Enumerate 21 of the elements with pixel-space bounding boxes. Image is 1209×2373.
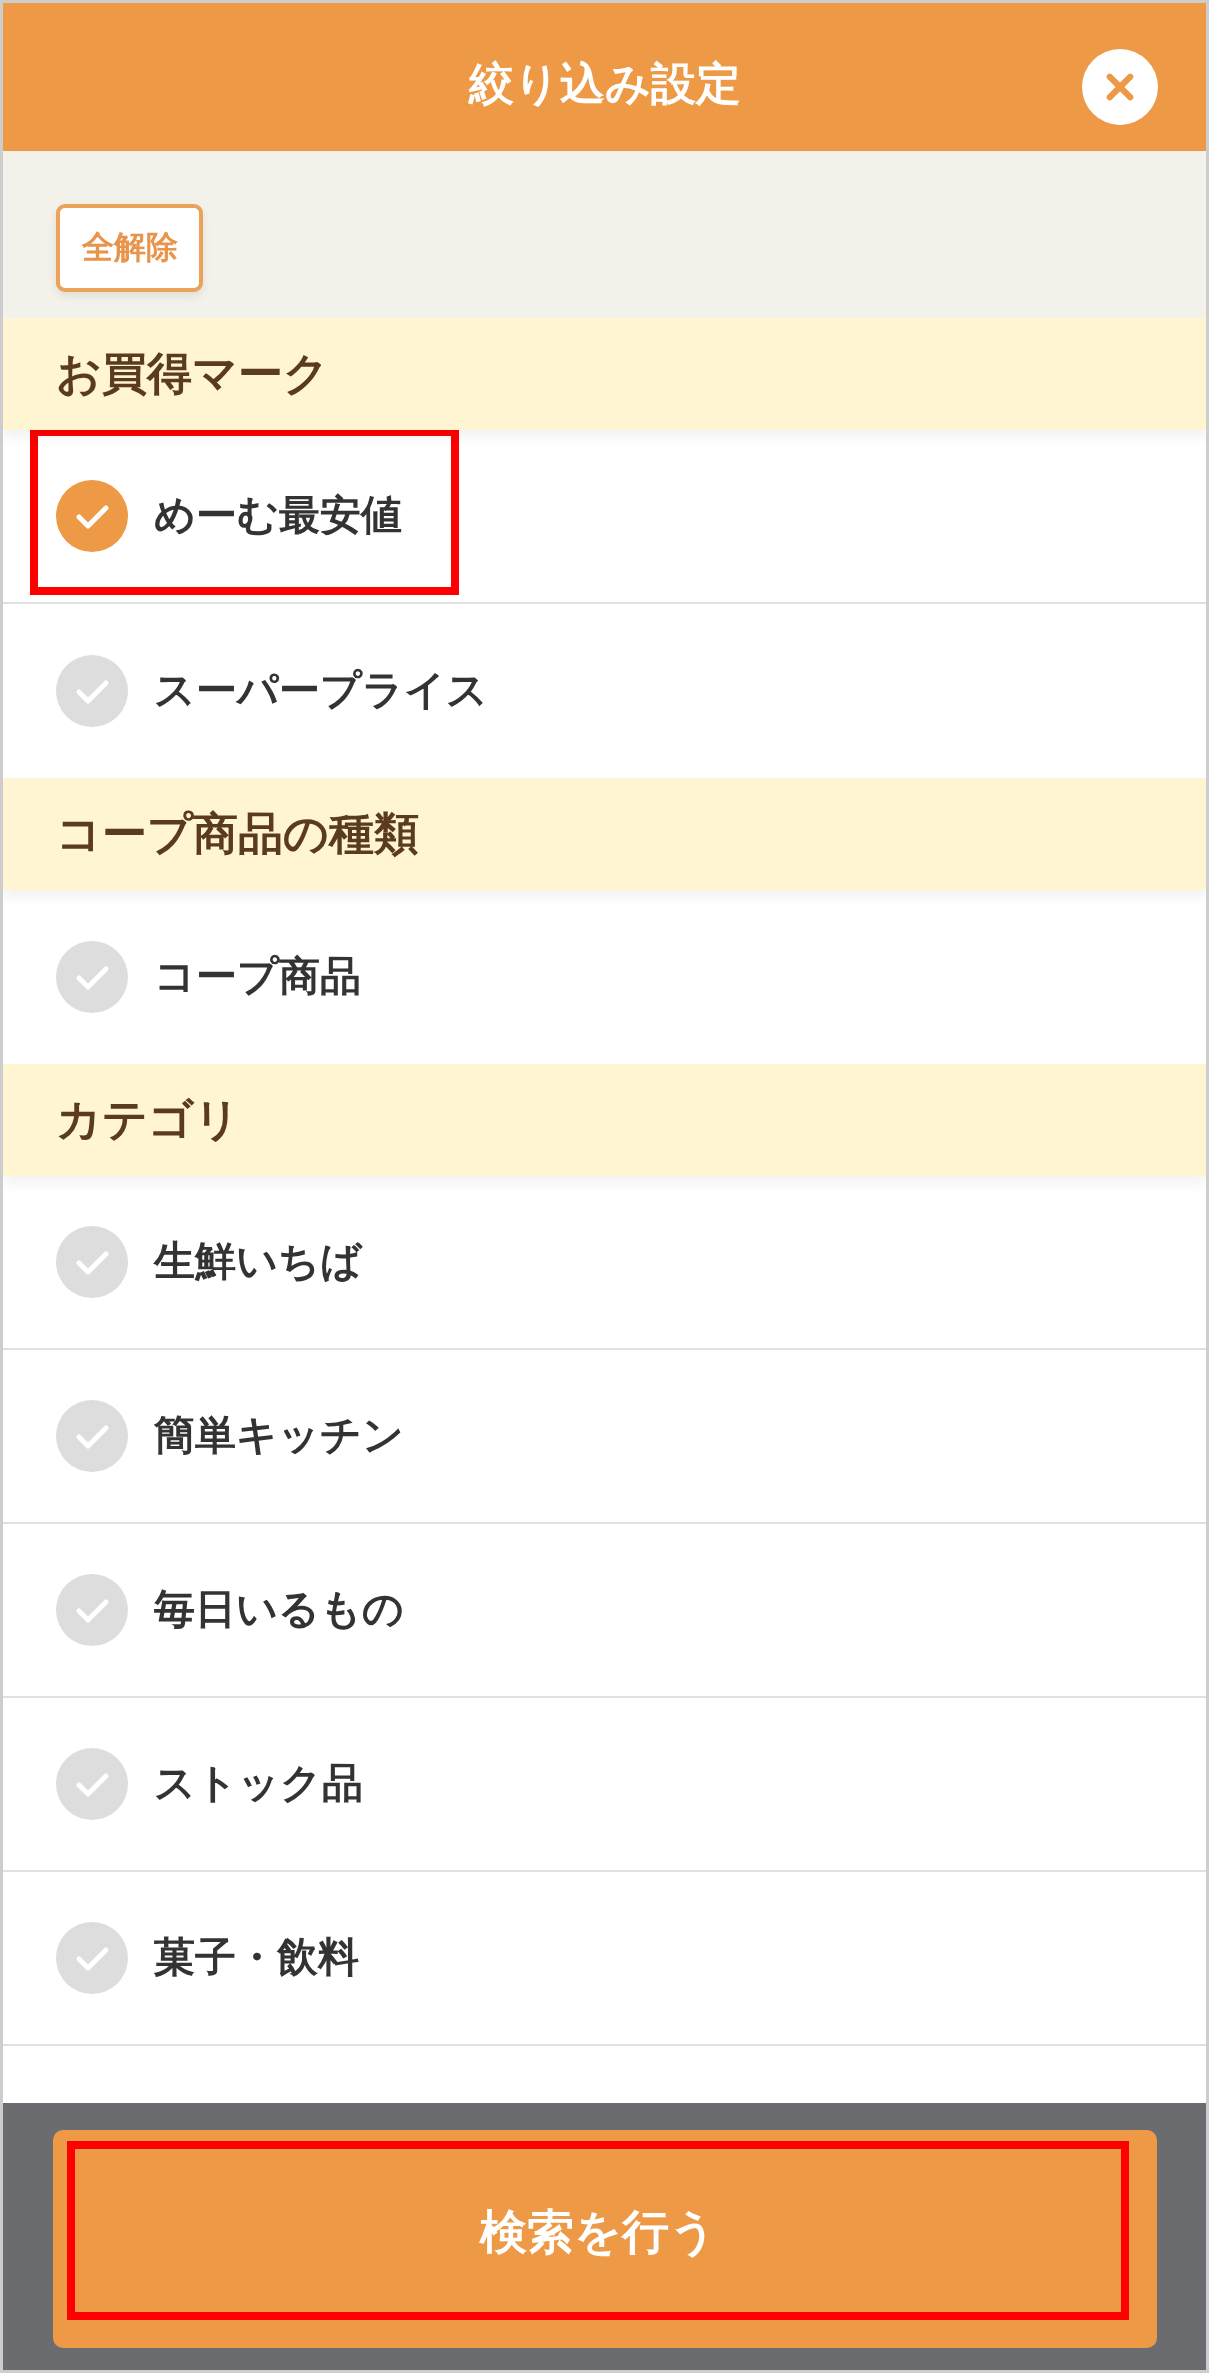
check-circle-icon[interactable] bbox=[56, 655, 128, 727]
option-label[interactable]: ストック品 bbox=[154, 1759, 363, 1809]
check-circle-icon[interactable] bbox=[56, 941, 128, 1013]
option-label[interactable]: 菓子・飲料 bbox=[154, 1933, 359, 1983]
option-label[interactable]: 簡単キッチン bbox=[154, 1411, 404, 1461]
check-circle-icon[interactable] bbox=[56, 1922, 128, 1994]
check-circle-icon[interactable] bbox=[56, 1574, 128, 1646]
section-title: コープ商品の種類 bbox=[56, 807, 419, 861]
dialog-title: 絞り込み設定 bbox=[468, 57, 741, 111]
option-label[interactable]: スーパープライス bbox=[154, 666, 488, 716]
option-label[interactable]: 毎日いるもの bbox=[154, 1585, 404, 1635]
option-label[interactable]: めーむ最安値 bbox=[154, 491, 402, 541]
option-label[interactable]: コープ商品 bbox=[154, 952, 361, 1002]
check-circle-icon[interactable] bbox=[56, 1400, 128, 1472]
close-icon bbox=[1106, 73, 1134, 101]
check-circle-icon[interactable] bbox=[56, 480, 128, 552]
check-circle-icon[interactable] bbox=[56, 1748, 128, 1820]
section-title: カテゴリ bbox=[56, 1093, 240, 1147]
section-title: お買得マーク bbox=[56, 347, 329, 401]
check-circle-icon[interactable] bbox=[56, 1226, 128, 1298]
option-label[interactable]: 生鮮いちば bbox=[154, 1237, 362, 1287]
